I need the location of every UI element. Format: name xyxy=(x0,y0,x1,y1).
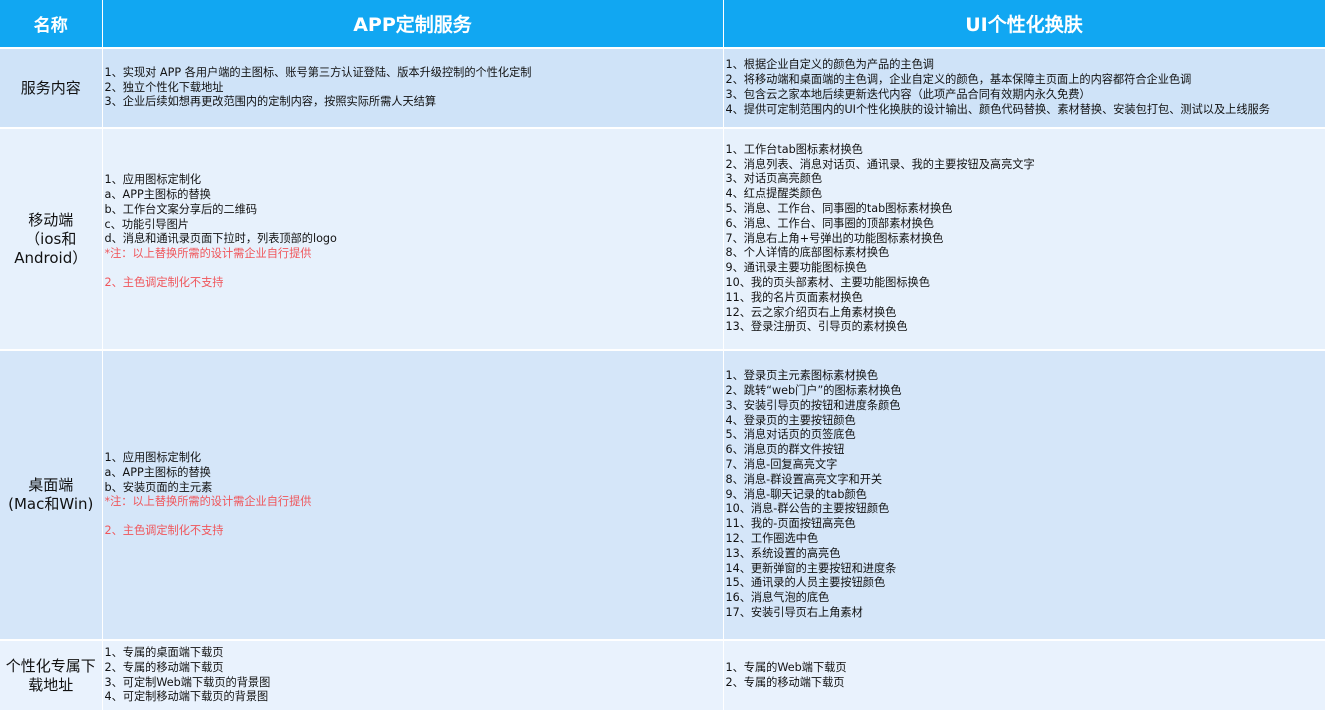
list-item: 1、应用图标定制化 xyxy=(104,451,202,464)
desktop-app-cell: 1、应用图标定制化 a、APP主图标的替换 b、安装页面的主元素 *注：以上替换… xyxy=(102,349,724,640)
list-item: 9、消息-聊天记录的tab颜色 xyxy=(725,487,867,501)
list-item: 1、专属的桌面端下载页 xyxy=(104,645,224,659)
label-mobile: 移动端 （ios和 Android） xyxy=(0,127,103,350)
list-item: 3、包含云之家本地后续更新迭代内容（此项产品合同有效期内永久免费） xyxy=(725,88,1091,101)
list-item: 2、专属的移动端下载页 xyxy=(104,660,224,674)
list-item: 12、工作圈选中色 xyxy=(725,531,819,545)
list-item: 3、可定制Web端下载页的背景图 xyxy=(104,675,271,689)
list-item: 2、独立个性化下载地址 xyxy=(104,80,224,94)
list-item: a、APP主图标的替换 xyxy=(104,188,211,201)
list-item: 4、登录页的主要按钮颜色 xyxy=(725,413,856,427)
list-item: 11、我的名片页面素材换色 xyxy=(725,290,863,304)
list-item: c、功能引导图片 xyxy=(104,217,189,231)
label-service-content: 服务内容 xyxy=(0,47,103,128)
list-item: 2、专属的移动端下载页 xyxy=(725,675,845,689)
list-item: 1、应用图标定制化 xyxy=(104,173,202,187)
list-item: 2、消息列表、消息对话页、通讯录、我的主要按钮及高亮文字 xyxy=(725,157,1035,171)
label-desktop: 桌面端 (Mac和Win) xyxy=(0,349,103,640)
list-item: 1、登录页主元素图标素材换色 xyxy=(725,369,879,383)
list-item: 11、我的-页面按钮高亮色 xyxy=(725,517,856,531)
list-item: 3、企业后续如想再更改范围内的定制内容，按照实际所需人天结算 xyxy=(104,95,437,109)
list-item: 10、消息-群公告的主要按钮颜色 xyxy=(725,502,890,516)
row-desktop: 桌面端 (Mac和Win) 1、应用图标定制化 a、APP主图标的替换 b、安装… xyxy=(0,349,1325,640)
list-item: 2、将移动端和桌面端的主色调，企业自定义的颜色，基本保障主页面上的内容都符合企业… xyxy=(725,73,1192,87)
list-item: 10、我的页头部素材、主要功能图标换色 xyxy=(725,275,930,289)
list-item: 16、消息气泡的底色 xyxy=(725,591,830,605)
list-item: 5、消息、工作台、同事圈的tab图标素材换色 xyxy=(725,202,953,215)
header-app-service: APP定制服务 xyxy=(102,0,724,48)
list-item: 2、跳转“web门户”的图标素材换色 xyxy=(725,384,902,398)
list-item: 3、对话页高亮颜色 xyxy=(725,172,823,186)
mobile-app-cell: 1、应用图标定制化 a、APP主图标的替换 b、工作台文案分享后的二维码 c、功… xyxy=(102,127,724,350)
row-download: 个性化专属下 载地址 1、专属的桌面端下载页 2、专属的移动端下载页 3、可定制… xyxy=(0,639,1325,710)
design-note: *注：以上替换所需的设计需企业自行提供 xyxy=(104,247,312,261)
list-item: 3、安装引导页的按钮和进度条颜色 xyxy=(725,398,901,412)
list-item: 8、消息-群设置高亮文字和开关 xyxy=(725,472,883,486)
service-ui-cell: 1、根据企业自定义的颜色为产品的主色调 2、将移动端和桌面端的主色调，企业自定义… xyxy=(723,47,1325,128)
list-item: b、安装页面的主元素 xyxy=(104,480,213,494)
list-item: 4、可定制移动端下载页的背景图 xyxy=(104,690,269,704)
color-not-supported-note: 2、主色调定制化不支持 xyxy=(104,524,224,538)
list-item: d、消息和通讯录页面下拉时，列表顶部的logo xyxy=(104,232,337,246)
list-item: 17、安装引导页右上角素材 xyxy=(725,605,863,619)
row-service-content: 服务内容 1、实现对 APP 各用户端的主图标、账号第三方认证登陆、版本升级控制… xyxy=(0,47,1325,128)
color-not-supported-note: 2、主色调定制化不支持 xyxy=(104,275,224,289)
service-app-cell: 1、实现对 APP 各用户端的主图标、账号第三方认证登陆、版本升级控制的个性化定… xyxy=(102,47,724,128)
list-item: 1、根据企业自定义的颜色为产品的主色调 xyxy=(725,58,935,72)
list-item: 9、通讯录主要功能图标换色 xyxy=(725,261,867,275)
download-app-cell: 1、专属的桌面端下载页 2、专属的移动端下载页 3、可定制Web端下载页的背景图… xyxy=(102,639,724,710)
header-ui-skin: UI个性化换肤 xyxy=(723,0,1325,48)
header-name: 名称 xyxy=(0,0,103,48)
list-item: 4、红点提醒类颜色 xyxy=(725,187,823,201)
list-item: 6、消息、工作台、同事圈的顶部素材换色 xyxy=(725,216,935,230)
list-item: 4、提供可定制范围内的UI个性化换肤的设计输出、颜色代码替换、素材替换、安装包打… xyxy=(725,102,1270,116)
mobile-ui-cell: 1、工作台tab图标素材换色 2、消息列表、消息对话页、通讯录、我的主要按钮及高… xyxy=(723,127,1325,350)
list-item: a、APP主图标的替换 xyxy=(104,465,211,479)
list-item: 1、工作台tab图标素材换色 xyxy=(725,142,863,156)
list-item: 7、消息-回复高亮文字 xyxy=(725,458,838,471)
header-row: 名称 APP定制服务 UI个性化换肤 xyxy=(0,0,1325,48)
list-item: 1、专属的Web端下载页 xyxy=(725,660,847,674)
design-note: *注：以上替换所需的设计需企业自行提供 xyxy=(104,495,312,509)
list-item: 5、消息对话页的页签底色 xyxy=(725,428,856,442)
list-item: b、工作台文案分享后的二维码 xyxy=(104,202,258,216)
service-comparison-table: 名称 APP定制服务 UI个性化换肤 服务内容 1、实现对 APP 各用户端的主… xyxy=(0,0,1325,710)
list-item: 6、消息页的群文件按钮 xyxy=(725,443,845,457)
list-item: 7、消息右上角+号弹出的功能图标素材换色 xyxy=(725,231,944,245)
label-download: 个性化专属下 载地址 xyxy=(0,639,103,710)
list-item: 14、更新弹窗的主要按钮和进度条 xyxy=(725,561,897,575)
desktop-ui-cell: 1、登录页主元素图标素材换色 2、跳转“web门户”的图标素材换色 3、安装引导… xyxy=(723,349,1325,640)
list-item: 12、云之家介绍页右上角素材换色 xyxy=(725,305,897,319)
list-item: 1、实现对 APP 各用户端的主图标、账号第三方认证登陆、版本升级控制的个性化定… xyxy=(104,65,532,79)
row-mobile: 移动端 （ios和 Android） 1、应用图标定制化 a、APP主图标的替换… xyxy=(0,127,1325,350)
list-item: 8、个人详情的底部图标素材换色 xyxy=(725,246,890,260)
download-ui-cell: 1、专属的Web端下载页 2、专属的移动端下载页 xyxy=(723,639,1325,710)
list-item: 13、登录注册页、引导页的素材换色 xyxy=(725,320,908,334)
list-item: 13、系统设置的高亮色 xyxy=(725,546,841,560)
list-item: 15、通讯录的人员主要按钮颜色 xyxy=(725,576,886,590)
